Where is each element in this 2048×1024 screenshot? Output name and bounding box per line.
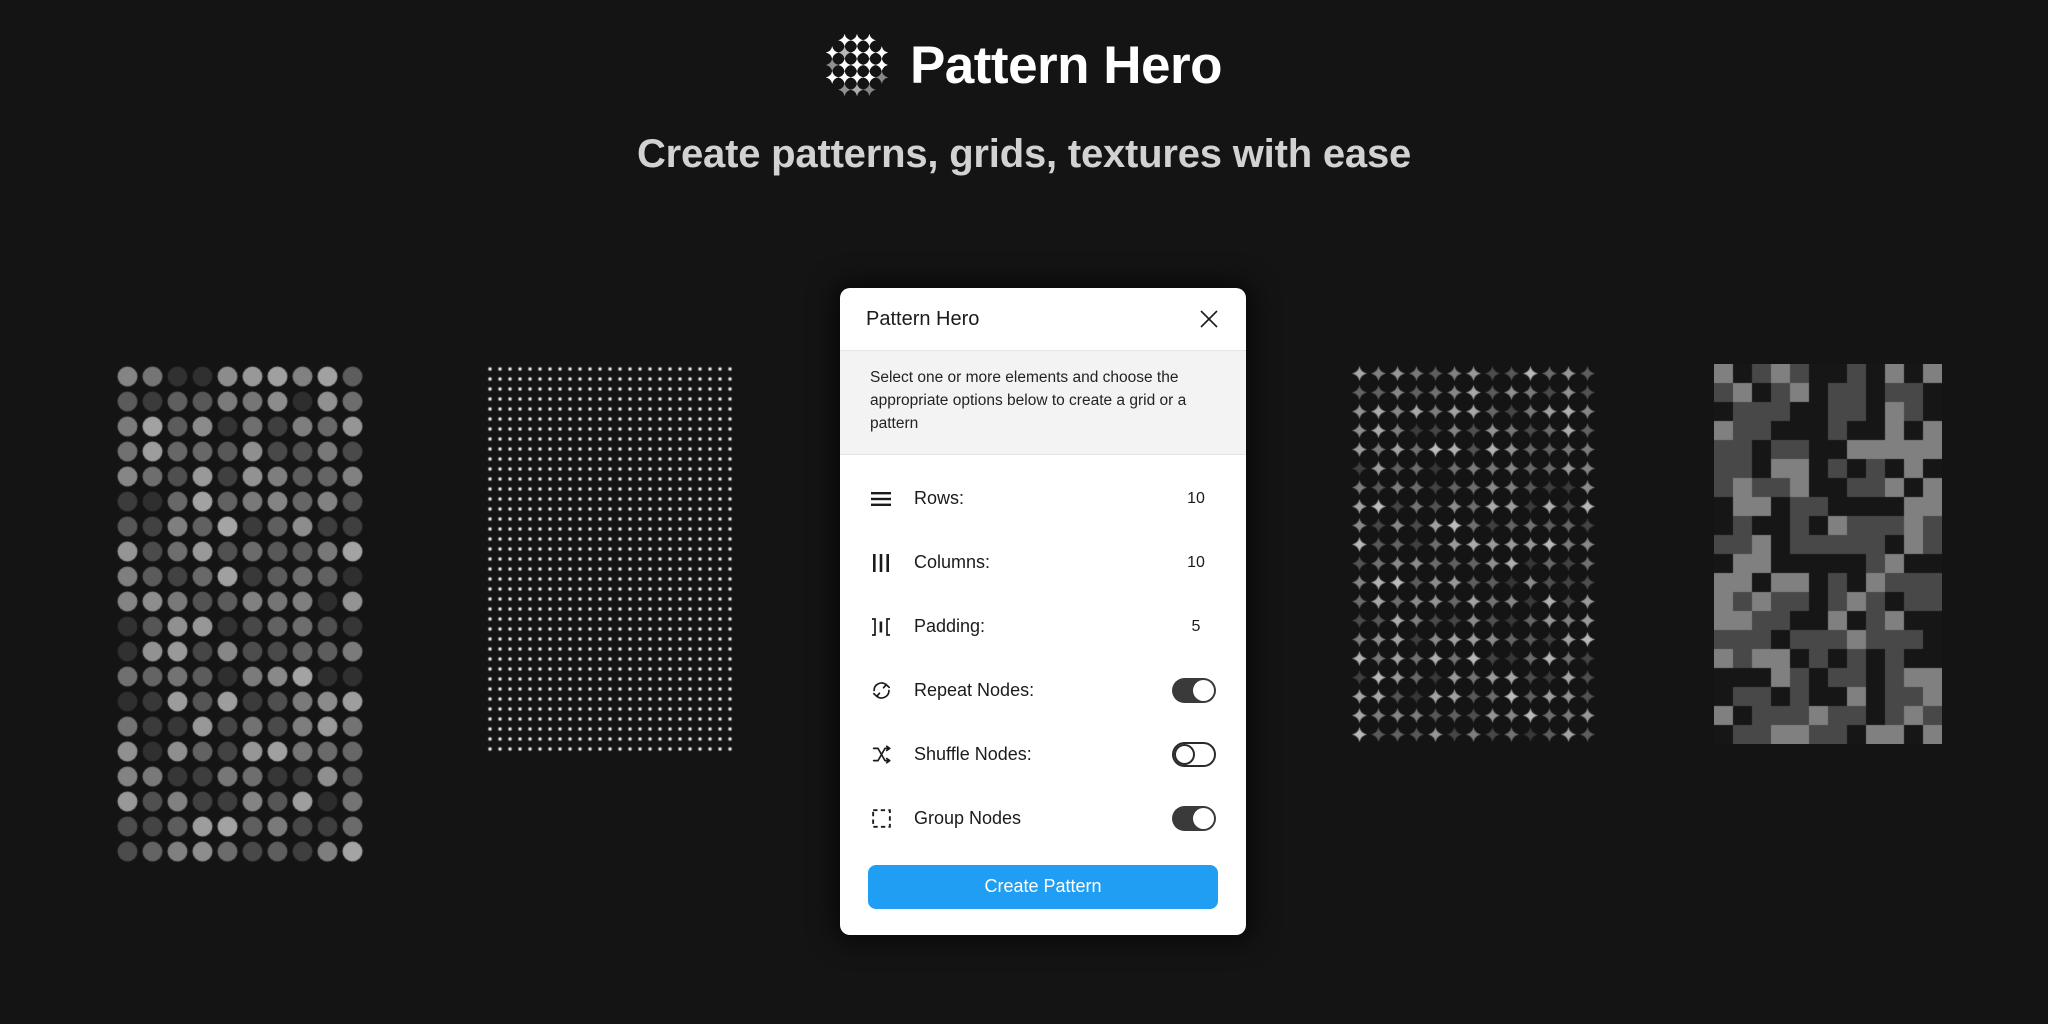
sparkle-grid-logo-icon xyxy=(825,34,888,96)
group-nodes-icon xyxy=(868,807,894,831)
toggle-knob xyxy=(1193,808,1214,830)
option-label: Columns: xyxy=(914,552,991,573)
pattern-hero-dialog: Pattern Hero Select one or more elements… xyxy=(840,288,1246,935)
close-icon[interactable] xyxy=(1196,306,1222,332)
option-row-repeat-nodes[interactable]: Repeat Nodes: xyxy=(840,659,1246,723)
padding-icon xyxy=(868,615,894,639)
option-label: Repeat Nodes: xyxy=(914,680,1035,701)
option-row-columns[interactable]: Columns: 10 xyxy=(840,531,1246,595)
option-value[interactable]: 5 xyxy=(1176,618,1216,636)
pattern-dots-gray xyxy=(115,364,365,864)
option-row-padding[interactable]: Padding: 5 xyxy=(840,595,1246,659)
dialog-info-banner: Select one or more elements and choose t… xyxy=(840,350,1246,455)
page-subtitle: Create patterns, grids, textures with ea… xyxy=(636,132,1412,176)
option-label: Shuffle Nodes: xyxy=(914,744,1032,765)
option-row-rows[interactable]: Rows: 10 xyxy=(840,467,1246,531)
dialog-title: Pattern Hero xyxy=(866,307,980,330)
dialog-footer: Create Pattern xyxy=(840,855,1246,935)
option-label: Group Nodes xyxy=(914,808,1022,829)
options-list: Rows: 10 Columns: 10 Padding: 5 Repeat Nodes: S… xyxy=(840,455,1246,855)
option-toggle[interactable] xyxy=(1172,678,1216,704)
page-header: Pattern Hero Create patterns, grids, tex… xyxy=(0,0,2048,177)
toggle-knob xyxy=(1193,680,1214,702)
option-toggle[interactable] xyxy=(1172,806,1216,832)
option-label: Rows: xyxy=(914,488,965,509)
brand: Pattern Hero xyxy=(0,34,2048,96)
columns-icon xyxy=(868,551,894,575)
dialog-header: Pattern Hero xyxy=(840,288,1246,350)
pattern-sparkles xyxy=(1350,364,1597,744)
option-value[interactable]: 10 xyxy=(1176,490,1216,508)
rows-icon xyxy=(868,487,894,511)
option-row-shuffle-nodes[interactable]: Shuffle Nodes: xyxy=(840,723,1246,787)
repeat-icon xyxy=(868,679,894,703)
pattern-dots-tiny xyxy=(485,364,735,754)
toggle-knob xyxy=(1174,744,1195,766)
pattern-blocks xyxy=(1714,364,1942,744)
option-toggle[interactable] xyxy=(1172,742,1216,768)
close-icon-glyph xyxy=(1200,310,1218,328)
shuffle-icon xyxy=(868,743,894,767)
option-value[interactable]: 10 xyxy=(1176,554,1216,572)
page-title: Pattern Hero xyxy=(909,35,1223,95)
option-row-group-nodes[interactable]: Group Nodes xyxy=(840,787,1246,851)
option-label: Padding: xyxy=(914,616,986,637)
create-pattern-button[interactable]: Create Pattern xyxy=(868,864,1218,909)
